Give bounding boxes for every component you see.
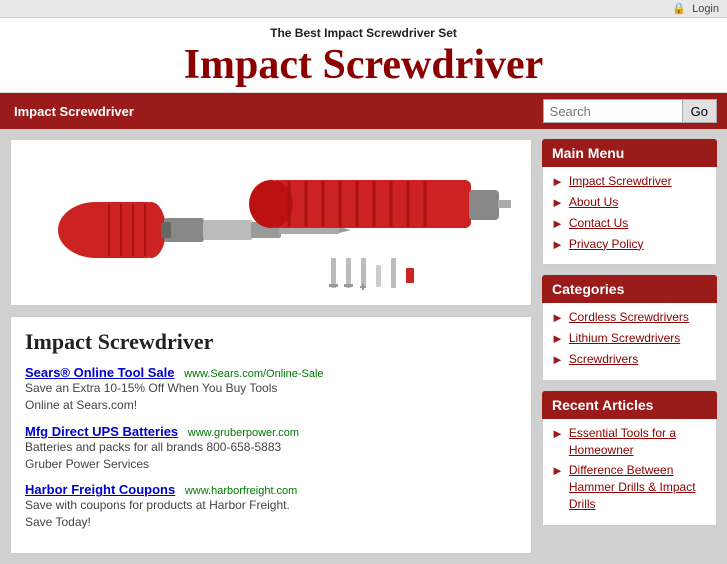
nav-bar: Impact Screwdriver Go: [0, 93, 727, 129]
main-menu-link-2[interactable]: About Us: [569, 194, 618, 211]
article-title: Impact Screwdriver: [25, 329, 517, 355]
ad-desc-3a: Save with coupons for products at Harbor…: [25, 497, 517, 514]
categories-header: Categories: [542, 275, 717, 303]
ad-desc-3b: Save Today!: [25, 514, 517, 531]
bullet-icon-1: ►: [551, 174, 564, 189]
image-box: [10, 139, 532, 306]
recent-articles-body: ► Essential Tools for a Homeowner ► Diff…: [542, 419, 717, 526]
main-menu-link-4[interactable]: Privacy Policy: [569, 236, 644, 253]
main-menu-link-3[interactable]: Contact Us: [569, 215, 628, 232]
nav-right: Go: [543, 99, 727, 123]
sidebar-item-about-us[interactable]: ► About Us: [551, 194, 708, 211]
nav-left[interactable]: Impact Screwdriver: [0, 93, 148, 129]
categories-link-3[interactable]: Screwdrivers: [569, 351, 638, 368]
search-button[interactable]: Go: [683, 99, 717, 123]
ad-url-2: www.gruberpower.com: [188, 427, 299, 439]
recent-article-link-2[interactable]: Difference Between Hammer Drills & Impac…: [569, 462, 708, 512]
sidebar-item-impact-screwdriver[interactable]: ► Impact Screwdriver: [551, 173, 708, 190]
bullet-icon-9: ►: [551, 463, 564, 478]
ad-item-2: Mfg Direct UPS Batteries www.gruberpower…: [25, 424, 517, 473]
bullet-icon-4: ►: [551, 237, 564, 252]
screwdriver-image: [21, 150, 521, 295]
top-bar: 🔒 Login: [0, 0, 727, 18]
sidebar-item-cordless[interactable]: ► Cordless Screwdrivers: [551, 309, 708, 326]
sidebar-item-article-1[interactable]: ► Essential Tools for a Homeowner: [551, 425, 708, 459]
nav-item-label: Impact Screwdriver: [14, 104, 134, 119]
ad-desc-2b: Gruber Power Services: [25, 456, 517, 473]
main-menu-link-1[interactable]: Impact Screwdriver: [569, 173, 672, 190]
left-col: Impact Screwdriver Sears® Online Tool Sa…: [10, 139, 532, 554]
site-tagline: The Best Impact Screwdriver Set: [0, 26, 727, 40]
sidebar-categories: Categories ► Cordless Screwdrivers ► Lit…: [542, 275, 717, 380]
main-menu-header: Main Menu: [542, 139, 717, 167]
login-icon: 🔒: [672, 3, 686, 15]
ad-desc-2a: Batteries and packs for all brands 800-6…: [25, 439, 517, 456]
bullet-icon-8: ►: [551, 426, 564, 441]
main-menu-body: ► Impact Screwdriver ► About Us ► Contac…: [542, 167, 717, 265]
right-col: Main Menu ► Impact Screwdriver ► About U…: [542, 139, 717, 536]
sidebar-item-article-2[interactable]: ► Difference Between Hammer Drills & Imp…: [551, 462, 708, 512]
login-link[interactable]: Login: [692, 3, 719, 15]
sidebar-item-contact-us[interactable]: ► Contact Us: [551, 215, 708, 232]
recent-article-link-1[interactable]: Essential Tools for a Homeowner: [569, 425, 708, 459]
site-header: The Best Impact Screwdriver Set Impact S…: [0, 18, 727, 93]
ad-link-1[interactable]: Sears® Online Tool Sale: [25, 365, 175, 380]
ad-link-3[interactable]: Harbor Freight Coupons: [25, 482, 175, 497]
bullet-icon-6: ►: [551, 331, 564, 346]
search-input[interactable]: [543, 99, 683, 123]
site-title: Impact Screwdriver: [0, 42, 727, 88]
recent-articles-header: Recent Articles: [542, 391, 717, 419]
categories-link-1[interactable]: Cordless Screwdrivers: [569, 309, 689, 326]
bullet-icon-2: ►: [551, 195, 564, 210]
sidebar-recent-articles: Recent Articles ► Essential Tools for a …: [542, 391, 717, 526]
bullet-icon-7: ►: [551, 352, 564, 367]
bullet-icon-3: ►: [551, 216, 564, 231]
ad-item: Sears® Online Tool Sale www.Sears.com/On…: [25, 365, 517, 414]
categories-body: ► Cordless Screwdrivers ► Lithium Screwd…: [542, 303, 717, 380]
ad-url-1: www.Sears.com/Online-Sale: [184, 368, 323, 380]
ad-url-3: www.harborfreight.com: [185, 485, 298, 497]
sidebar-item-screwdrivers[interactable]: ► Screwdrivers: [551, 351, 708, 368]
sidebar-item-lithium[interactable]: ► Lithium Screwdrivers: [551, 330, 708, 347]
sidebar-item-privacy-policy[interactable]: ► Privacy Policy: [551, 236, 708, 253]
ad-desc-1a: Save an Extra 10-15% Off When You Buy To…: [25, 380, 517, 397]
ad-item-3: Harbor Freight Coupons www.harborfreight…: [25, 482, 517, 531]
ad-desc-1b: Online at Sears.com!: [25, 397, 517, 414]
article-box: Impact Screwdriver Sears® Online Tool Sa…: [10, 316, 532, 554]
sidebar-main-menu: Main Menu ► Impact Screwdriver ► About U…: [542, 139, 717, 265]
categories-link-2[interactable]: Lithium Screwdrivers: [569, 330, 680, 347]
ad-link-2[interactable]: Mfg Direct UPS Batteries: [25, 424, 178, 439]
main-content: Impact Screwdriver Sears® Online Tool Sa…: [0, 129, 727, 564]
bullet-icon-5: ►: [551, 310, 564, 325]
